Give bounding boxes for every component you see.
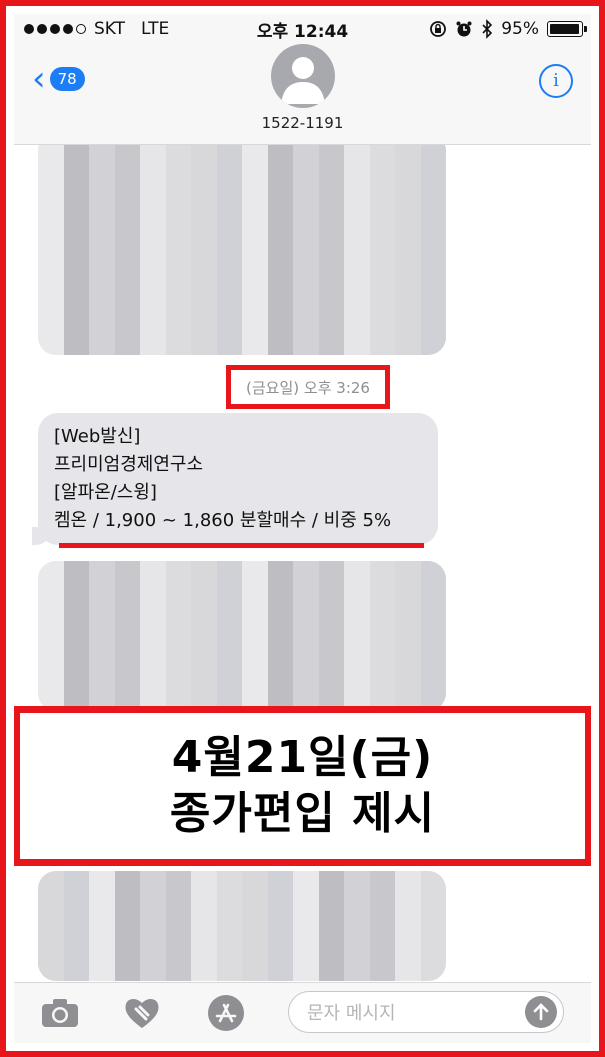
back-button[interactable]: ‹ 78 [32, 59, 85, 99]
chevron-left-icon: ‹ [32, 59, 46, 99]
announcement-banner: 4월21일(금) 종가편입 제시 [14, 706, 591, 866]
contact-name[interactable]: 1522-1191 [14, 114, 591, 132]
alarm-icon [456, 21, 472, 37]
banner-date: 4월21일(금) [171, 732, 434, 783]
message-line: [알파온/스윙] [54, 482, 157, 503]
battery-fill [550, 24, 579, 34]
info-button[interactable]: i [539, 64, 573, 98]
message-timestamp: (금요일) 오후 3:26 [246, 378, 370, 397]
digital-touch-button[interactable] [120, 993, 164, 1033]
heart-hand-icon [125, 998, 159, 1028]
banner-content: 4월21일(금) 종가편입 제시 [20, 713, 585, 859]
battery-icon [547, 21, 587, 37]
pixelated-message-middle [38, 561, 446, 711]
timestamp-highlight: (금요일) 오후 3:26 [226, 365, 390, 409]
unread-count-badge: 78 [49, 67, 85, 91]
message-line: 켐온 / 1,900 ~ 1,860 분할매수 / 비중 5% [54, 510, 392, 531]
camera-button[interactable] [38, 993, 82, 1033]
message-input[interactable]: 문자 메시지 [288, 991, 564, 1033]
app-store-icon [208, 995, 244, 1031]
person-silhouette-icon [280, 57, 325, 104]
conversation-header: ‹ 78 1522-1191 i [14, 44, 591, 145]
battery-percent: 95% [501, 19, 539, 39]
app-store-button[interactable] [204, 993, 248, 1033]
status-right: 95% [429, 19, 587, 39]
contact-avatar[interactable] [270, 44, 335, 108]
pixelated-message-top [38, 145, 446, 355]
status-bar: SKT LTE 오후 12:44 95% [14, 14, 591, 44]
message-bubble[interactable]: [Web발신] 프리미엄경제연구소 [알파온/스윙] 켐온 / 1,900 ~ … [32, 413, 438, 545]
banner-headline: 종가편입 제시 [169, 788, 436, 839]
send-button[interactable] [525, 996, 557, 1028]
message-line: 프리미엄경제연구소 [54, 454, 204, 475]
rotation-lock-icon [430, 21, 447, 37]
composer-bar: 문자 메시지 [14, 982, 591, 1043]
pixelated-message-bottom [38, 871, 446, 981]
message-line: [Web발신] [54, 426, 141, 447]
arrow-up-icon [533, 1003, 549, 1021]
bluetooth-icon [482, 19, 493, 39]
camera-icon [42, 999, 78, 1027]
message-placeholder: 문자 메시지 [307, 1003, 396, 1024]
red-underline-mark [59, 543, 424, 548]
